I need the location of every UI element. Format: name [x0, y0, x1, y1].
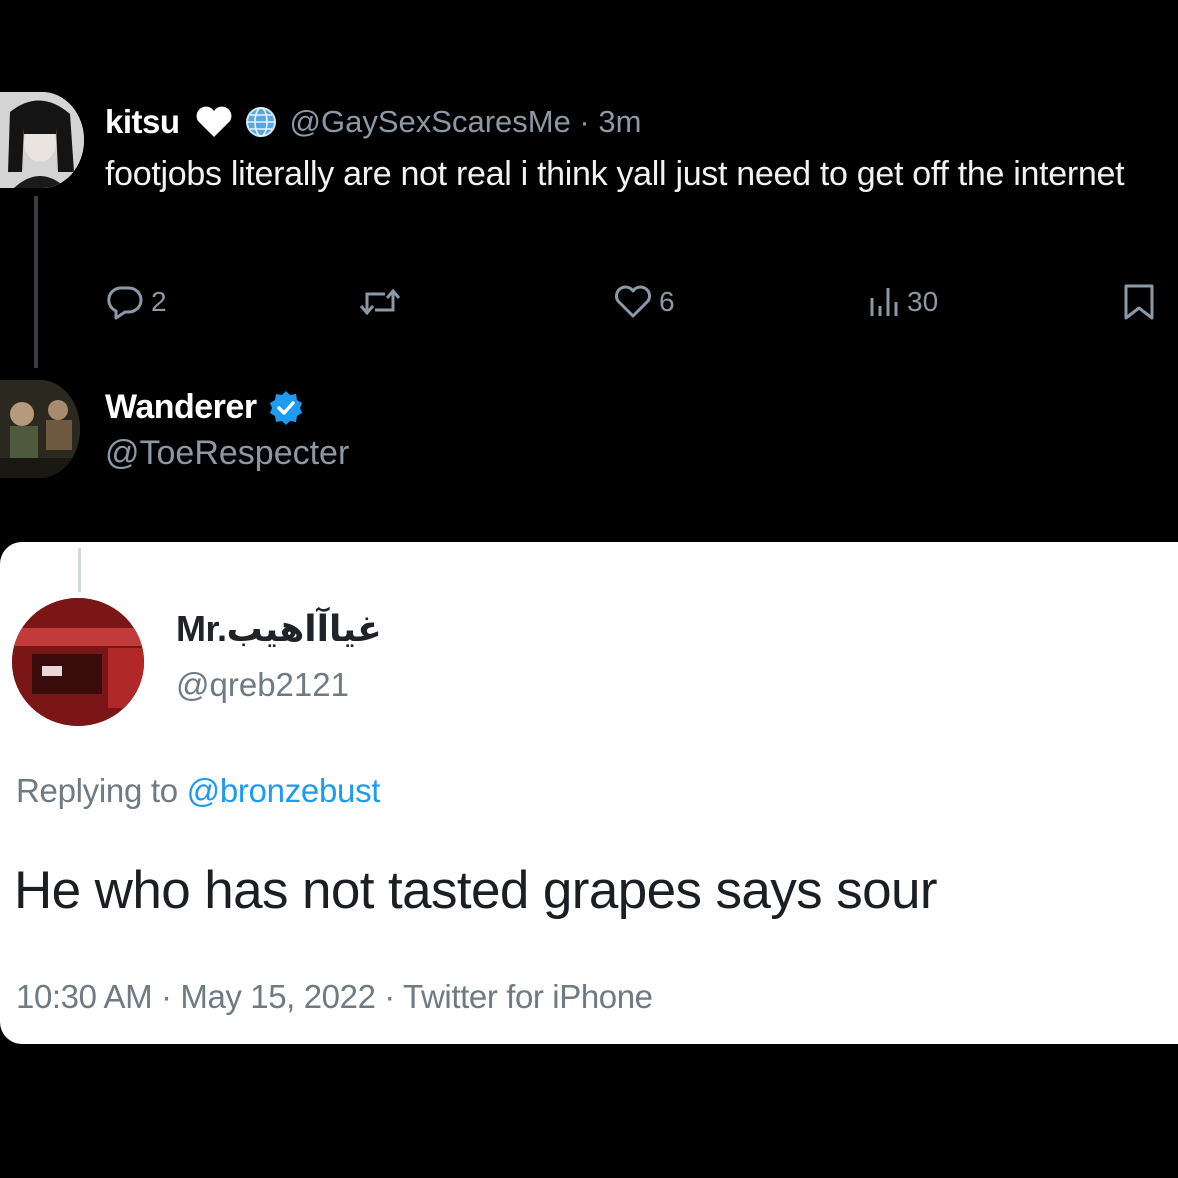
kitsu-avatar[interactable]	[0, 92, 84, 188]
views-button[interactable]: 30	[867, 278, 938, 326]
bookmark-button[interactable]	[1121, 278, 1157, 326]
tweet-meta[interactable]: 10:30 AM · May 15, 2022 · Twitter for iP…	[16, 978, 653, 1016]
replying-to: Replying to @bronzebust	[16, 772, 380, 810]
wanderer-avatar[interactable]	[0, 380, 80, 478]
reply-button[interactable]: 2	[105, 278, 167, 326]
display-name[interactable]: Wanderer	[105, 388, 257, 427]
like-button[interactable]: 6	[613, 278, 675, 326]
heart-emoji-icon	[194, 105, 234, 139]
handle[interactable]: @ToeRespecter	[105, 434, 349, 473]
verified-badge-icon	[267, 389, 305, 427]
like-icon	[613, 284, 653, 320]
handle-and-time[interactable]: @GaySexScaresMe · 3m	[290, 104, 642, 140]
thread-line	[34, 196, 38, 368]
views-icon	[867, 284, 901, 320]
replying-label: Replying to	[16, 772, 187, 809]
wanderer-name-row: Wanderer	[105, 388, 305, 427]
display-name[interactable]: Mr.غياآاهيب	[176, 608, 382, 650]
tweet-text: footjobs literally are not real i think …	[105, 155, 1125, 193]
thread-line	[78, 548, 81, 592]
like-count: 6	[659, 286, 675, 317]
tweet-actions: 2 6 30	[105, 278, 1165, 328]
retweet-button[interactable]	[357, 278, 403, 326]
bookmark-icon	[1121, 282, 1157, 322]
handle[interactable]: @qreb2121	[176, 666, 349, 704]
tweet-text: He who has not tasted grapes says sour	[14, 861, 938, 920]
mention-link[interactable]: @bronzebust	[187, 772, 381, 809]
retweet-icon	[357, 284, 403, 320]
view-count: 30	[907, 286, 939, 317]
reply-count: 2	[151, 286, 167, 317]
reply-icon	[105, 284, 145, 320]
display-name[interactable]: kitsu	[105, 103, 180, 141]
embedded-avatar[interactable]	[12, 598, 144, 726]
tweet-header: kitsu @GaySexScaresMe · 3m	[105, 100, 641, 144]
globe-emoji-icon	[244, 105, 278, 139]
